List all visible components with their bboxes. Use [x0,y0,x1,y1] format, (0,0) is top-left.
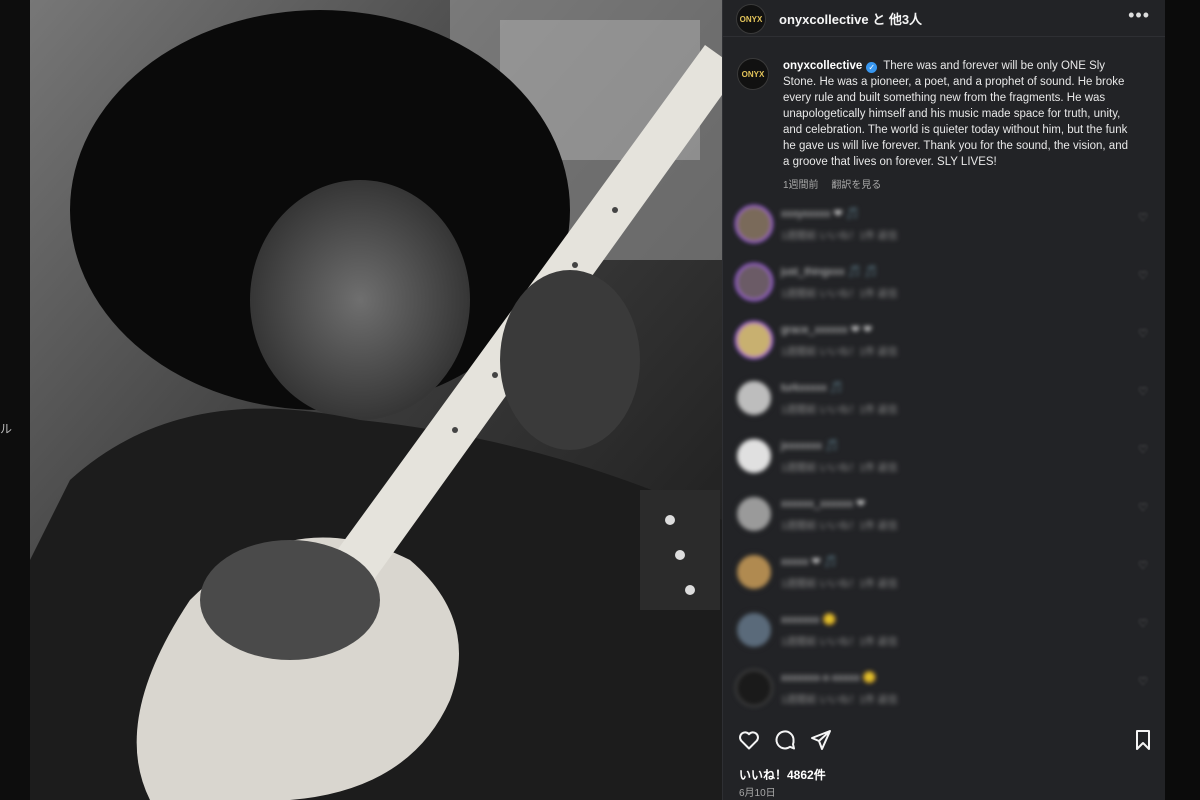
caption-avatar-logo-text: ONYX [741,69,765,79]
like-comment-icon[interactable]: ♡ [1138,385,1148,398]
comment-item: just_thingxxx 🎵 🎵 1週間前 いいね！1件 返信 ♡ [723,263,1166,313]
comment-avatar[interactable] [735,495,773,533]
comment-username[interactable]: xxxxx ❤ 🎵 [781,555,838,568]
edge-text: ル [0,422,13,436]
caption-time: 1週間前 [783,180,819,191]
translate-link[interactable]: 翻訳を見る [831,180,881,191]
comment-username[interactable]: turkxxxxx 🎵 [781,381,844,394]
like-comment-icon[interactable]: ♡ [1138,443,1148,456]
comment-meta: 1週間前 いいね！1件 返信 [781,637,898,648]
comment-avatar[interactable] [735,669,773,707]
comment-item: xxxxxxx 🙂 1週間前 いいね！1件 返信 ♡ [723,611,1166,661]
comment-meta: 1週間前 いいね！1件 返信 [781,521,898,532]
like-comment-icon[interactable]: ♡ [1138,211,1148,224]
like-comment-icon[interactable]: ♡ [1138,269,1148,282]
post-date: 6月10日 [739,788,776,799]
comment-avatar[interactable] [735,553,773,591]
post-photo[interactable] [30,0,722,800]
comment-username[interactable]: just_thingxxx 🎵 🎵 [781,265,878,278]
comment-item: jxxxxxxx 🎵 1週間前 いいね！1件 返信 ♡ [723,437,1166,487]
caption-meta: 1週間前 翻訳を見る [783,176,891,191]
comment-item: xxxxxxx-x-xxxxx 🙂 1週間前 いいね！1件 返信 ♡ [723,669,1166,719]
more-options-icon[interactable]: ••• [1128,5,1150,26]
header-avatar[interactable]: ONYX [736,4,766,34]
comment-item: xxxyxxxxx ❤ 🎵 1週間前 いいね！1件 返信 ♡ [723,205,1166,255]
comment-meta: 1週間前 いいね！1件 返信 [781,695,898,706]
comment-meta: 1週間前 いいね！1件 返信 [781,231,898,242]
comment-username[interactable]: xxxxxxx 🙂 [781,613,836,626]
left-edge: ル [0,0,30,800]
comment-username[interactable]: xxxxxxx-x-xxxxx 🙂 [781,671,877,684]
action-bar [723,728,1166,756]
comment-username[interactable]: xxxxxx_xxxxxx ❤ [781,497,865,510]
like-comment-icon[interactable]: ♡ [1138,617,1148,630]
comment-meta: 1週間前 いいね！1件 返信 [781,579,898,590]
heart-icon[interactable] [737,728,761,752]
comment-avatar[interactable] [735,611,773,649]
like-comment-icon[interactable]: ♡ [1138,327,1148,340]
comment-icon[interactable] [773,728,797,752]
comment-item: xxxxxx_xxxxxx ❤ 1週間前 いいね！1件 返信 ♡ [723,495,1166,545]
comment-avatar[interactable] [735,205,773,243]
comment-item: turkxxxxx 🎵 1週間前 いいね！1件 返信 ♡ [723,379,1166,429]
like-comment-icon[interactable]: ♡ [1138,675,1148,688]
post-panel: ONYX onyxcollective と 他3人 ••• ONYX onyxc… [722,0,1166,800]
comment-item: grace_xxxxxx ❤ ❤ 1週間前 いいね！1件 返信 ♡ [723,321,1166,371]
right-backdrop [1165,0,1200,800]
bookmark-icon[interactable] [1131,728,1155,752]
post-header: ONYX onyxcollective と 他3人 ••• [723,0,1166,37]
comment-avatar[interactable] [735,263,773,301]
header-title[interactable]: onyxcollective と 他3人 [779,9,922,28]
comment-meta: 1週間前 いいね！1件 返信 [781,289,898,300]
comment-avatar[interactable] [735,321,773,359]
comment-username[interactable]: grace_xxxxxx ❤ ❤ [781,323,872,336]
post-caption: onyxcollective ✓ There was and forever wi… [783,58,1133,170]
caption-text: There was and forever will be only ONE S… [783,60,1128,168]
comment-meta: 1週間前 いいね！1件 返信 [781,463,898,474]
comment-username[interactable]: xxxyxxxxx ❤ 🎵 [781,207,860,220]
share-icon[interactable] [809,728,833,752]
comment-item: xxxxx ❤ 🎵 1週間前 いいね！1件 返信 ♡ [723,553,1166,603]
caption-avatar[interactable]: ONYX [737,58,769,90]
comment-avatar[interactable] [735,379,773,417]
like-comment-icon[interactable]: ♡ [1138,559,1148,572]
photo-illustration [30,0,722,800]
like-count[interactable]: いいね！4862件 [739,766,826,783]
comment-username[interactable]: jxxxxxxx 🎵 [781,439,839,452]
avatar-logo-text: ONYX [739,14,763,24]
comment-meta: 1週間前 いいね！1件 返信 [781,405,898,416]
caption-username[interactable]: onyxcollective [783,60,862,72]
verified-badge-icon: ✓ [866,62,878,73]
like-comment-icon[interactable]: ♡ [1138,501,1148,514]
comment-meta: 1週間前 いいね！1件 返信 [781,347,898,358]
comment-avatar[interactable] [735,437,773,475]
